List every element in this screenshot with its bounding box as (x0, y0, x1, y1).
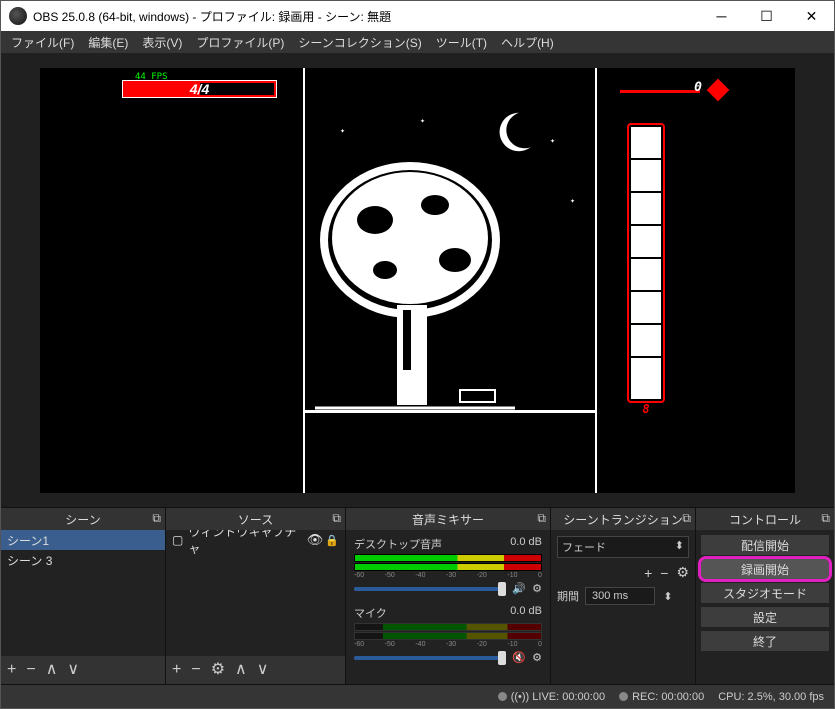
menu-help[interactable]: ヘルプ(H) (495, 32, 560, 53)
menu-scene-collection[interactable]: シーンコレクション(S) (292, 32, 427, 53)
menu-file[interactable]: ファイル(F) (5, 32, 80, 53)
add-icon[interactable]: + (7, 662, 16, 678)
gear-icon[interactable]: ⚙ (676, 564, 689, 581)
vu-meter (354, 554, 542, 562)
titlebar[interactable]: OBS 25.0.8 (64-bit, windows) - プロファイル: 録… (1, 1, 834, 31)
volume-slider[interactable] (354, 656, 506, 660)
obs-logo-icon (9, 7, 27, 25)
gem-value: 0 (694, 80, 702, 95)
window-capture-icon: ▢ (172, 533, 183, 547)
sources-list[interactable]: ▢ ウィンドウキャプチャ 👁 🔒 (166, 530, 345, 656)
db-scale: -60-50-40-30-20-100 (354, 572, 542, 579)
moon-icon (490, 108, 538, 156)
close-button[interactable]: ✕ (789, 1, 834, 31)
down-icon[interactable]: ∨ (257, 662, 269, 678)
ground-line (305, 410, 595, 413)
maximize-button[interactable]: ☐ (744, 1, 789, 31)
db-scale: -60-50-40-30-20-100 (354, 641, 542, 648)
menubar: ファイル(F) 編集(E) 表示(V) プロファイル(P) シーンコレクション(… (1, 31, 834, 53)
controls-header[interactable]: コントロール ⧉ (696, 508, 834, 530)
remove-icon[interactable]: − (191, 662, 200, 678)
popout-icon[interactable]: ⧉ (332, 511, 341, 526)
menu-tools[interactable]: ツール(T) (430, 32, 493, 53)
sources-panel: ソース ⧉ ▢ ウィンドウキャプチャ 👁 🔒 + − ⚙ ∧ ∨ (166, 508, 346, 684)
power-bar: 8 (627, 123, 665, 403)
cpu-status: CPU: 2.5%, 30.00 fps (718, 691, 824, 703)
source-item[interactable]: ▢ ウィンドウキャプチャ 👁 🔒 (166, 530, 345, 550)
scene-item[interactable]: シーン 3 (1, 550, 165, 570)
obs-window: OBS 25.0.8 (64-bit, windows) - プロファイル: 録… (0, 0, 835, 709)
power-value: 8 (642, 402, 649, 416)
mixer-panel: 音声ミキサー ⧉ デスクトップ音声0.0 dB -60-50-40-30-20-… (346, 508, 551, 684)
mixer-channel-desktop: デスクトップ音声0.0 dB -60-50-40-30-20-100 🔊 ⚙ (354, 536, 542, 595)
gem-icon (707, 78, 730, 101)
gear-icon[interactable]: ⚙ (532, 651, 542, 664)
popout-icon[interactable]: ⧉ (537, 511, 546, 526)
popout-icon[interactable]: ⧉ (821, 511, 830, 526)
speaker-icon[interactable]: 🔊 (512, 582, 526, 595)
remove-icon[interactable]: − (660, 565, 668, 581)
docks: シーン ⧉ シーン1 シーン 3 + − ∧ ∨ ソース ⧉ ▢ (1, 507, 834, 684)
controls-panel: コントロール ⧉ 配信開始 録画開始 スタジオモード 設定 終了 (696, 508, 834, 684)
visibility-icon[interactable]: 👁 (307, 532, 324, 548)
menu-view[interactable]: 表示(V) (136, 32, 188, 53)
sources-toolbar: + − ⚙ ∧ ∨ (166, 656, 345, 684)
scene-item[interactable]: シーン1 (1, 530, 165, 550)
down-icon[interactable]: ∨ (67, 662, 79, 678)
gear-icon[interactable]: ⚙ (532, 582, 542, 595)
hp-value: 4/4 (190, 81, 209, 97)
mixer-body: デスクトップ音声0.0 dB -60-50-40-30-20-100 🔊 ⚙ マ… (346, 530, 550, 684)
vu-meter (354, 563, 542, 571)
add-icon[interactable]: + (172, 662, 181, 678)
exit-button[interactable]: 終了 (700, 630, 830, 652)
up-icon[interactable]: ∧ (235, 662, 247, 678)
preview-canvas[interactable]: 44 FPS 4/4 0 8 ✦✦ ✦✦ ✦✦ ✦✦ (40, 68, 795, 493)
menu-profile[interactable]: プロファイル(P) (190, 32, 290, 53)
minimize-button[interactable]: ─ (699, 1, 744, 31)
preview-area[interactable]: 44 FPS 4/4 0 8 ✦✦ ✦✦ ✦✦ ✦✦ (1, 53, 834, 507)
duration-label: 期間 (557, 588, 579, 604)
transition-panel: シーントランジション ⧉ フェード ⬍ + − ⚙ 期間 300 ms ⬍ (551, 508, 696, 684)
mixer-header[interactable]: 音声ミキサー ⧉ (346, 508, 550, 530)
tree-graphic (315, 150, 515, 410)
vu-meter (354, 632, 542, 640)
volume-slider[interactable] (354, 587, 506, 591)
remove-icon[interactable]: − (26, 662, 35, 678)
transition-select[interactable]: フェード ⬍ (557, 536, 689, 558)
window-title: OBS 25.0.8 (64-bit, windows) - プロファイル: 録… (33, 8, 391, 25)
menu-edit[interactable]: 編集(E) (82, 32, 134, 53)
live-status: ((•)) LIVE: 00:00:00 (498, 691, 605, 703)
transition-header[interactable]: シーントランジション ⧉ (551, 508, 695, 530)
studio-mode-button[interactable]: スタジオモード (700, 582, 830, 604)
rec-status: REC: 00:00:00 (619, 691, 704, 703)
scenes-header[interactable]: シーン ⧉ (1, 508, 165, 530)
settings-button[interactable]: 設定 (700, 606, 830, 628)
scenes-toolbar: + − ∧ ∨ (1, 656, 165, 684)
dropdown-icon: ⬍ (675, 539, 684, 552)
gear-icon[interactable]: ⚙ (211, 662, 225, 678)
duration-input[interactable]: 300 ms (585, 587, 655, 605)
popout-icon[interactable]: ⧉ (152, 511, 161, 526)
mute-icon[interactable]: 🔇 (512, 651, 526, 664)
popout-icon[interactable]: ⧉ (682, 511, 691, 526)
vu-meter (354, 623, 542, 631)
scenes-list[interactable]: シーン1 シーン 3 (1, 530, 165, 656)
up-icon[interactable]: ∧ (46, 662, 58, 678)
gem-counter: 0 (620, 84, 730, 96)
start-recording-button[interactable]: 録画開始 (700, 558, 830, 580)
mixer-channel-mic: マイク0.0 dB -60-50-40-30-20-100 🔇 ⚙ (354, 605, 542, 664)
lock-icon[interactable]: 🔒 (325, 534, 339, 547)
sources-header[interactable]: ソース ⧉ (166, 508, 345, 530)
spinner-icon[interactable]: ⬍ (661, 590, 675, 603)
add-icon[interactable]: + (644, 565, 652, 581)
status-bar: ((•)) LIVE: 00:00:00 REC: 00:00:00 CPU: … (1, 684, 834, 708)
scenes-panel: シーン ⧉ シーン1 シーン 3 + − ∧ ∨ (1, 508, 166, 684)
hp-bar: 4/4 (122, 80, 277, 98)
start-streaming-button[interactable]: 配信開始 (700, 534, 830, 556)
